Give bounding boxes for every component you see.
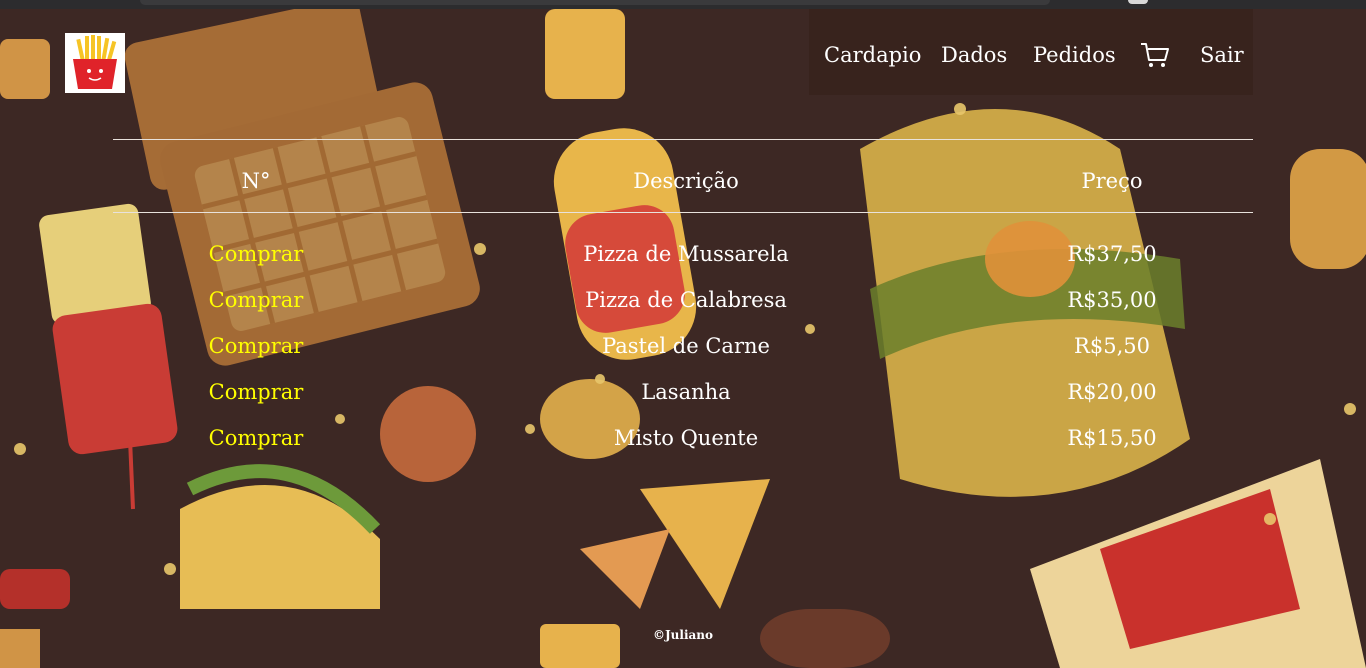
browser-profile-icon xyxy=(1128,0,1148,4)
item-description: Misto Quente xyxy=(613,426,759,450)
copyright-text: ©Juliano xyxy=(652,628,714,642)
item-price: R$20,00 xyxy=(1067,380,1157,404)
fries-logo-icon xyxy=(73,35,117,89)
column-header-number: N° xyxy=(241,169,271,193)
item-description: Pastel de Carne xyxy=(602,334,770,358)
item-price: R$5,50 xyxy=(1074,334,1150,358)
buy-link[interactable]: Comprar xyxy=(209,380,304,404)
browser-top-strip xyxy=(0,0,1366,9)
column-header-price: Preço xyxy=(1081,169,1143,193)
table-top-rule xyxy=(113,139,1253,140)
logo[interactable] xyxy=(65,33,125,93)
buy-link[interactable]: Comprar xyxy=(209,288,304,312)
menu-table-section: N° Descrição Preço Comprar Pizza de Muss… xyxy=(0,109,1366,606)
buy-link[interactable]: Comprar xyxy=(209,426,304,450)
cart-icon[interactable] xyxy=(1139,39,1171,71)
item-price: R$35,00 xyxy=(1067,288,1157,312)
column-header-description: Descrição xyxy=(633,169,739,193)
buy-link[interactable]: Comprar xyxy=(209,242,304,266)
site-footer: ©Juliano xyxy=(0,606,1366,668)
item-price: R$15,50 xyxy=(1067,426,1157,450)
nav-pedidos-link[interactable]: Pedidos xyxy=(1033,43,1116,67)
table-header-rule xyxy=(113,212,1253,213)
nav-cardapio-link[interactable]: Cardapio xyxy=(824,43,921,67)
nav-sair-link[interactable]: Sair xyxy=(1200,43,1244,67)
item-description: Lasanha xyxy=(641,380,731,404)
buy-link[interactable]: Comprar xyxy=(209,334,304,358)
browser-address-bar xyxy=(140,0,1050,5)
item-description: Pizza de Mussarela xyxy=(583,242,789,266)
nav-dados-link[interactable]: Dados xyxy=(941,43,1007,67)
item-description: Pizza de Calabresa xyxy=(585,288,787,312)
main-nav: Cardapio Dados Pedidos Sair xyxy=(809,9,1253,95)
item-price: R$37,50 xyxy=(1067,242,1157,266)
